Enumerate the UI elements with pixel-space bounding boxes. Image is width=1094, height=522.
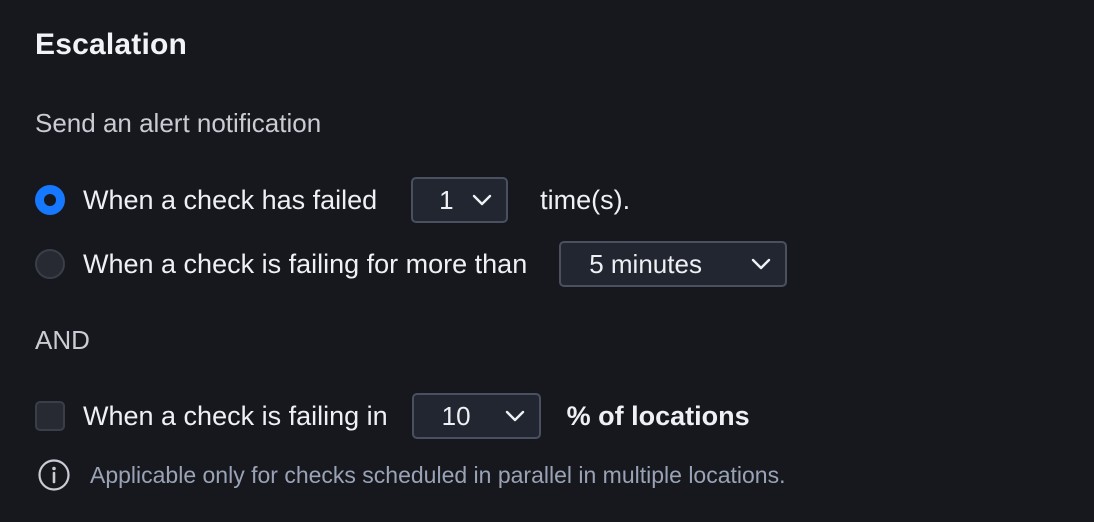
option-failing-duration: When a check is failing for more than 5 … (35, 241, 788, 287)
failed-count-select[interactable]: 1 (411, 177, 509, 223)
section-title: Escalation (35, 28, 188, 61)
escalation-panel: Escalation Send an alert notification Wh… (0, 0, 1094, 522)
hint-text: Applicable only for checks scheduled in … (90, 461, 786, 488)
section-subtitle: Send an alert notification (35, 108, 322, 138)
chevron-down-icon (752, 258, 771, 270)
radio-dot (44, 194, 56, 206)
info-icon (38, 459, 70, 491)
failing-duration-value: 5 minutes (589, 248, 702, 279)
chevron-down-icon (472, 194, 492, 206)
failed-count-suffix: time(s). (540, 184, 631, 215)
option-failed-count: When a check has failed 1 time(s). (35, 177, 630, 223)
failed-count-label[interactable]: When a check has failed (83, 185, 377, 216)
locations-percent-select[interactable]: 10 (411, 393, 541, 439)
failed-count-radio[interactable] (35, 185, 65, 215)
hint: Applicable only for checks scheduled in … (37, 458, 786, 492)
failed-count-value: 1 (439, 184, 454, 215)
locations-label[interactable]: When a check is failing in (83, 401, 388, 432)
locations-percent-value: 10 (441, 400, 471, 431)
locations-suffix: % of locations (566, 400, 750, 431)
chevron-down-icon (505, 410, 524, 422)
failing-duration-radio[interactable] (35, 249, 65, 279)
failing-duration-label[interactable]: When a check is failing for more than (83, 249, 527, 280)
and-conjunction: AND (35, 325, 90, 355)
failing-duration-select[interactable]: 5 minutes (559, 241, 788, 287)
locations-checkbox[interactable] (35, 401, 65, 431)
option-locations: When a check is failing in 10 % of locat… (35, 393, 750, 439)
